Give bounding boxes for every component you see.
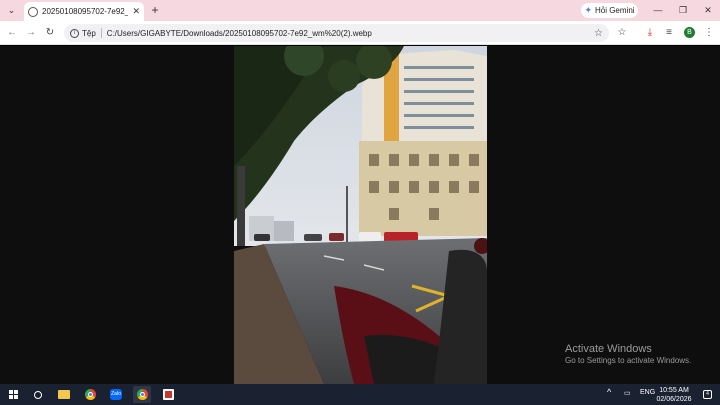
file-explorer-button[interactable] xyxy=(55,386,73,403)
language-indicator[interactable]: ENG xyxy=(640,389,655,396)
windows-logo-icon xyxy=(8,390,18,399)
close-window-button[interactable]: ✕ xyxy=(700,3,716,17)
new-tab-button[interactable]: + xyxy=(148,3,162,17)
address-bar[interactable]: i Tệp C:/Users/GIGABYTE/Downloads/202501… xyxy=(64,24,609,42)
gemini-sparkle-icon: ✦ xyxy=(584,5,592,15)
notification-icon[interactable]: 4 xyxy=(703,390,712,399)
system-clock[interactable]: 10:55 AM 02/06/2026 xyxy=(654,386,694,404)
ask-gemini-button[interactable]: ✦ Hỏi Gemini xyxy=(581,3,638,18)
clock-date: 02/06/2026 xyxy=(656,396,692,403)
activate-subtitle: Go to Settings to activate Windows. xyxy=(565,356,692,365)
tab-search-chevron-icon[interactable]: ⌄ xyxy=(4,3,19,18)
screen: ⌄ 20250108095702-7e92_wm (2).webp ✕ + ✦ … xyxy=(0,0,720,405)
zalo-taskbar-button[interactable]: Zalo xyxy=(107,386,125,403)
start-button[interactable] xyxy=(4,386,22,403)
gemini-label: Hỏi Gemini xyxy=(594,6,635,15)
search-button[interactable] xyxy=(29,386,47,403)
tab-close-button[interactable]: ✕ xyxy=(132,6,140,17)
info-icon[interactable]: i xyxy=(70,28,79,38)
chrome-active-taskbar-button[interactable] xyxy=(133,386,151,403)
reload-button[interactable]: ↻ xyxy=(43,26,57,40)
app-icon xyxy=(162,389,174,400)
search-icon xyxy=(34,390,42,399)
network-icon[interactable]: ▭ xyxy=(624,389,631,397)
site-info-chip[interactable]: Tệp xyxy=(82,29,96,38)
browser-toolbar: ← → ↻ i Tệp C:/Users/GIGABYTE/Downloads/… xyxy=(0,21,720,45)
bookmark-star-icon[interactable]: ☆ xyxy=(594,28,603,39)
bookmarks-icon[interactable]: ☆ xyxy=(615,26,629,40)
clock-time: 10:55 AM xyxy=(659,387,689,394)
tab-image[interactable]: 20250108095702-7e92_wm (2).webp ✕ xyxy=(24,2,144,21)
tab-strip: ⌄ 20250108095702-7e92_wm (2).webp ✕ + ✦ … xyxy=(0,0,720,21)
back-button[interactable]: ← xyxy=(5,26,19,40)
url-divider xyxy=(100,28,102,38)
activate-title: Activate Windows xyxy=(565,343,652,355)
displayed-photo[interactable] xyxy=(234,46,487,384)
profile-avatar[interactable]: B xyxy=(684,27,695,38)
chrome-icon xyxy=(84,389,96,400)
forward-button[interactable]: → xyxy=(24,26,38,40)
minimize-button[interactable]: — xyxy=(650,3,666,17)
tab-title: 20250108095702-7e92_wm (2).webp xyxy=(42,7,128,16)
restore-button[interactable]: ❐ xyxy=(675,3,691,17)
zalo-icon: Zalo xyxy=(110,389,122,400)
download-icon[interactable]: ⤓ xyxy=(643,26,657,40)
app-taskbar-button[interactable] xyxy=(159,386,177,403)
tray-chevron-up-icon[interactable]: ^ xyxy=(607,387,611,397)
reading-list-icon[interactable]: ≡ xyxy=(662,26,676,40)
globe-icon xyxy=(28,6,38,17)
image-viewer xyxy=(0,46,720,384)
folder-icon xyxy=(58,390,70,399)
url-text[interactable]: C:/Users/GIGABYTE/Downloads/202501080957… xyxy=(107,29,594,38)
windows-taskbar: Zalo ^ ▭ ENG 10:55 AM 02/06/2026 4 xyxy=(0,384,720,405)
street-photo-illustration xyxy=(234,46,487,384)
chrome-taskbar-button[interactable] xyxy=(81,386,99,403)
activate-windows-watermark: Activate Windows Go to Settings to activ… xyxy=(565,343,691,365)
menu-dots-icon[interactable]: ⋮ xyxy=(702,26,716,40)
chrome-icon xyxy=(136,389,148,400)
